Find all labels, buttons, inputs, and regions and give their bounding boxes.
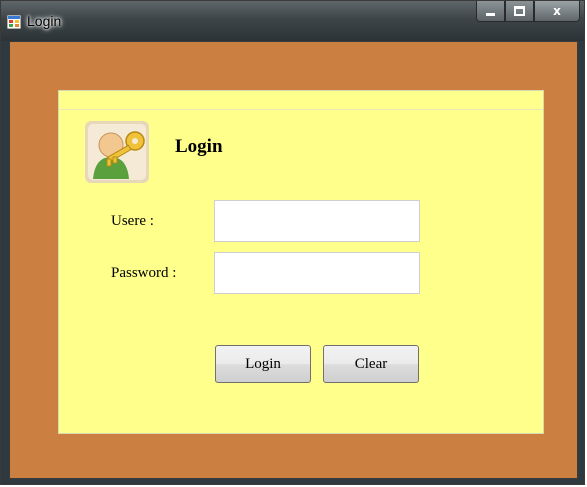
maximize-button[interactable] [505,1,534,22]
password-field[interactable] [214,252,420,294]
app-form-icon[interactable] [6,14,22,30]
minimize-button[interactable] [476,1,505,22]
user-label: Usere : [111,213,154,229]
login-panel: Login Usere : Password : Login Clear [58,90,544,434]
form-heading: Login [175,136,223,157]
panel-divider [59,109,543,110]
user-key-icon [85,121,149,183]
close-icon: x [553,4,561,18]
minimize-icon [486,13,495,16]
window-controls: x [476,1,580,23]
login-button[interactable]: Login [215,345,311,383]
password-label: Password : [111,265,177,281]
clear-button[interactable]: Clear [323,345,419,383]
maximize-icon [514,6,525,16]
close-button[interactable]: x [534,1,580,22]
title-bar[interactable]: Login x [1,1,584,41]
user-field[interactable] [214,200,420,242]
form-client-area: Login Usere : Password : Login Clear [9,41,578,479]
window-title: Login [27,13,62,29]
login-window: Login x Login Usere: Password: Login C… [0,0,585,485]
